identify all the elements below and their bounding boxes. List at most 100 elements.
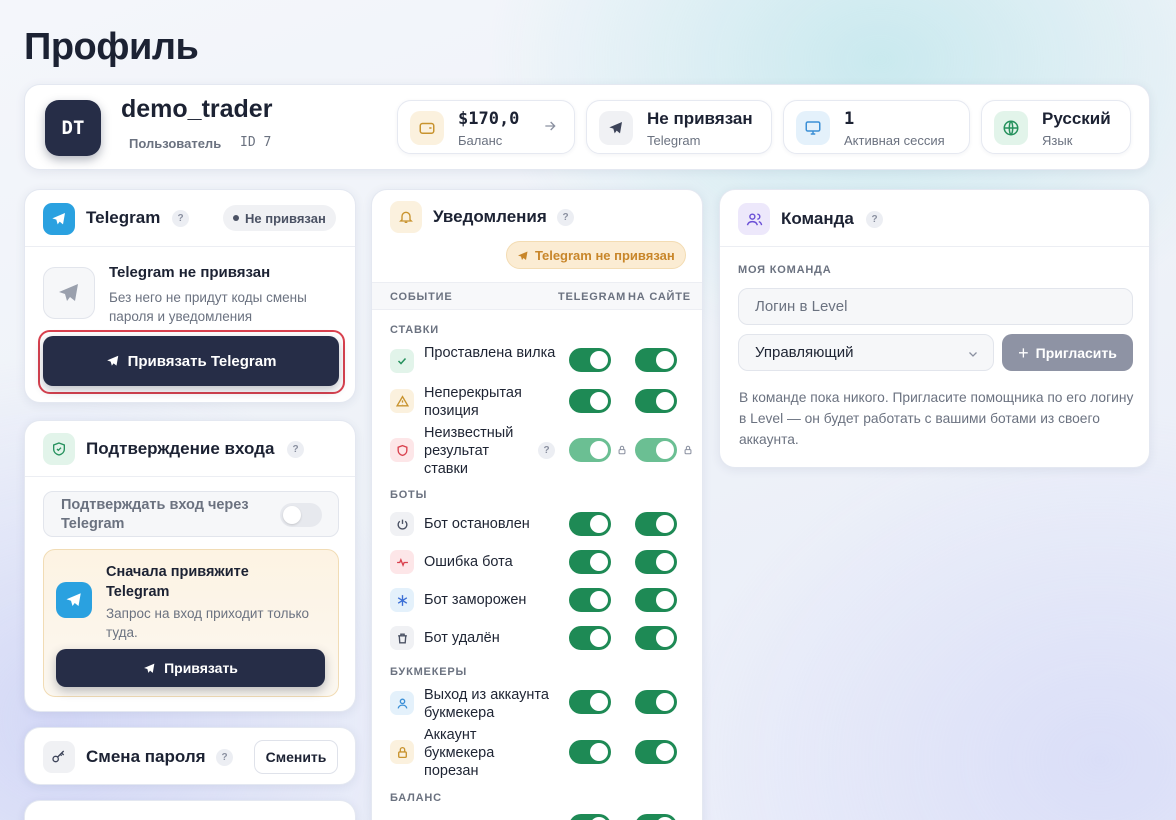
balance-label: Баланс: [458, 133, 503, 148]
empty-title: Telegram не привязан: [109, 264, 271, 281]
role-select[interactable]: Управляющий: [738, 334, 994, 371]
telegram-icon: [599, 111, 633, 145]
toggle-telegram-bot-stopped[interactable]: [569, 512, 611, 536]
telegram-stat-value: Не привязан: [647, 109, 753, 128]
toggle-label: Подтверждать вход через Telegram: [61, 497, 249, 532]
wallet-icon: [410, 111, 444, 145]
help-icon[interactable]: ?: [287, 441, 304, 458]
login-confirm-toggle-row[interactable]: Подтверждать вход через Telegram: [43, 491, 339, 537]
profile-header: DT demo_trader Пользователь ID 7 $170,0 …: [24, 84, 1150, 170]
help-icon[interactable]: ?: [866, 211, 883, 228]
toggle-telegram-unknown[interactable]: [569, 438, 611, 462]
team-card: Команда ? МОЯ КОМАНДА Логин в Level Упра…: [719, 189, 1150, 468]
sessions-label: Активная сессия: [844, 133, 945, 148]
shield-icon: [390, 438, 414, 462]
page-title: Профиль: [24, 26, 199, 68]
col-telegram: TELEGRAM: [558, 291, 627, 303]
login-confirm-toggle[interactable]: [280, 503, 322, 527]
divider: [25, 476, 355, 477]
change-password-button[interactable]: Сменить: [254, 740, 338, 774]
pulse-icon: [390, 550, 414, 574]
telegram-status-badge: Telegram не привязан: [506, 241, 686, 269]
divider: [372, 309, 702, 310]
user-role: Пользователь: [129, 136, 222, 151]
users-icon: [738, 203, 770, 235]
notice-description: Запрос на вход приходит только туда.: [106, 606, 310, 640]
toggle-site-bot-error[interactable]: [635, 550, 677, 574]
notice-title: Сначала привяжите Telegram: [106, 564, 249, 600]
snowflake-icon: [390, 588, 414, 612]
login-input[interactable]: Логин в Level: [738, 288, 1133, 325]
divider: [720, 246, 1149, 247]
globe-icon: [994, 111, 1028, 145]
empty-description: Без него не придут коды смены пароля и у…: [109, 290, 307, 324]
toggle-telegram-bookmaker-logout[interactable]: [569, 690, 611, 714]
sessions-value: 1: [844, 109, 855, 129]
col-site: НА САЙТЕ: [628, 291, 691, 303]
shield-check-icon: [43, 433, 75, 465]
invite-button[interactable]: + Пригласить: [1002, 334, 1133, 371]
status-text: Не привязан: [245, 210, 326, 226]
telegram-stat-label: Telegram: [647, 133, 701, 148]
toggle-telegram-bot-frozen[interactable]: [569, 588, 611, 612]
user-id: ID 7: [240, 135, 272, 150]
toggle-telegram-bot-deleted[interactable]: [569, 626, 611, 650]
toggle-telegram-bot-error[interactable]: [569, 550, 611, 574]
help-icon[interactable]: ?: [557, 209, 574, 226]
balance-stat[interactable]: $170,0 Баланс: [397, 100, 575, 154]
telegram-icon: [144, 663, 155, 673]
section-bots: БОТЫ: [390, 489, 428, 501]
divider: [25, 246, 355, 247]
col-event: СОБЫТИЕ: [390, 291, 453, 303]
warning-icon: [390, 389, 414, 413]
help-icon[interactable]: ?: [216, 749, 233, 766]
toggle-site-bot-deleted[interactable]: [635, 626, 677, 650]
toggle-telegram-fork[interactable]: [569, 348, 611, 372]
toggle-site-bookmaker-cut[interactable]: [635, 740, 677, 764]
trash-icon: [390, 626, 414, 650]
toggle-telegram-balance[interactable]: [569, 814, 611, 820]
language-value: Русский: [1042, 109, 1111, 128]
link-button[interactable]: Привязать: [56, 649, 325, 687]
card-title: Команда: [781, 209, 854, 228]
status-badge: Не привязан: [223, 205, 336, 231]
toggle-site-balance[interactable]: [635, 814, 677, 820]
toggle-site-unknown[interactable]: [635, 438, 677, 462]
check-icon: [390, 349, 414, 373]
toggle-telegram-bookmaker-cut[interactable]: [569, 740, 611, 764]
toggle-site-bookmaker-logout[interactable]: [635, 690, 677, 714]
my-team-label: МОЯ КОМАНДА: [738, 264, 832, 276]
role-select-value: Управляющий: [755, 344, 854, 361]
power-icon: [390, 512, 414, 536]
login-confirm-card: Подтверждение входа ? Подтверждать вход …: [24, 420, 356, 712]
toggle-site-fork[interactable]: [635, 348, 677, 372]
balance-value: $170,0: [458, 109, 520, 129]
next-card: [24, 800, 356, 820]
section-bookmakers: БУКМЕКЕРЫ: [390, 666, 468, 678]
status-dot: [233, 215, 239, 221]
notifications-card: Уведомления ? Telegram не привязан СОБЫТ…: [371, 189, 703, 820]
section-balance: БАЛАНС: [390, 792, 442, 804]
card-title: Telegram: [86, 208, 161, 227]
help-icon[interactable]: ?: [538, 442, 555, 459]
toggle-site-bot-frozen[interactable]: [635, 588, 677, 612]
key-icon: [43, 741, 75, 773]
plus-icon: +: [1018, 342, 1029, 363]
toggle-telegram-uncovered[interactable]: [569, 389, 611, 413]
toggle-site-bot-stopped[interactable]: [635, 512, 677, 536]
username: demo_trader: [121, 95, 273, 123]
help-icon[interactable]: ?: [172, 210, 189, 227]
card-title: Подтверждение входа: [86, 439, 275, 458]
toggle-site-uncovered[interactable]: [635, 389, 677, 413]
card-title: Смена пароля: [86, 747, 206, 766]
telegram-stat[interactable]: Не привязан Telegram: [586, 100, 772, 154]
monitor-icon: [796, 111, 830, 145]
avatar: DT: [45, 100, 101, 156]
language-stat[interactable]: Русский Язык: [981, 100, 1131, 154]
sessions-stat[interactable]: 1 Активная сессия: [783, 100, 970, 154]
arrow-right-icon: [542, 118, 558, 139]
telegram-card: Telegram ? Не привязан Telegram не привя…: [24, 189, 356, 403]
language-label: Язык: [1042, 133, 1073, 148]
link-telegram-button[interactable]: Привязать Telegram: [43, 336, 339, 386]
telegram-icon: [43, 267, 95, 319]
